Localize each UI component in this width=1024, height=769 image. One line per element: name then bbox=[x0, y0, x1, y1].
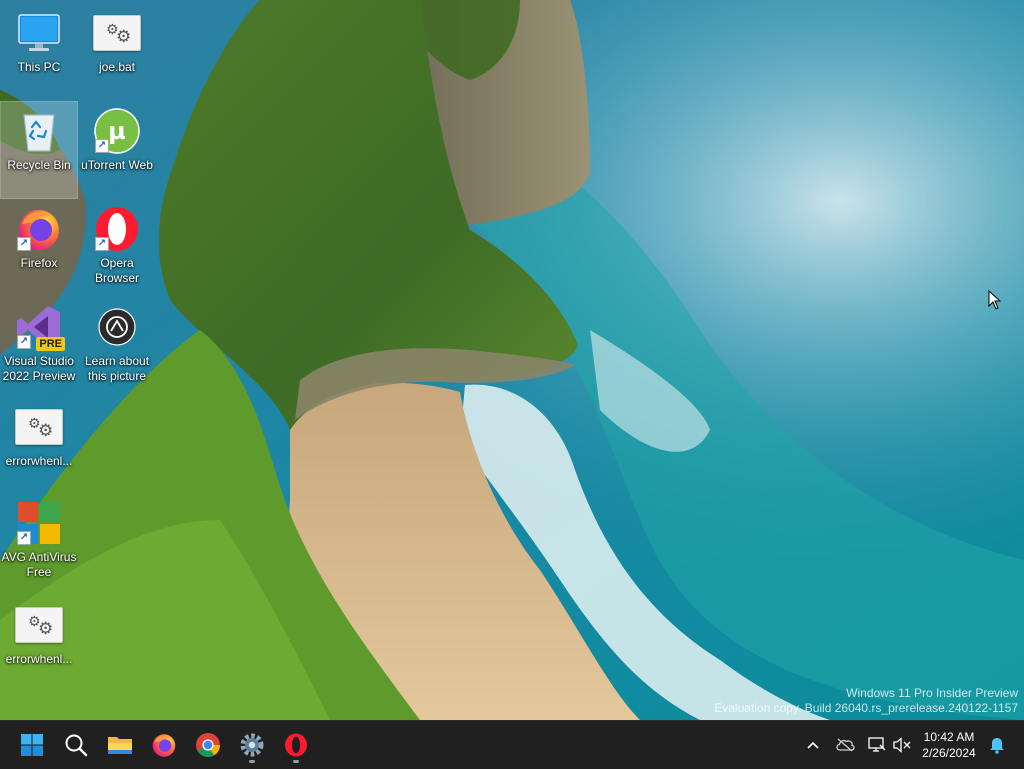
mouse-cursor-icon bbox=[988, 290, 1002, 310]
desktop-icon-label: This PC bbox=[17, 60, 61, 74]
clock-button[interactable]: 10:42 AM 2/26/2024 bbox=[914, 729, 984, 761]
desktop-icon-recycle-bin[interactable]: Recycle Bin bbox=[0, 101, 78, 199]
firefox-icon bbox=[152, 734, 176, 757]
desktop-icon-label: joe.bat bbox=[98, 60, 136, 74]
bell-icon bbox=[990, 738, 1004, 754]
desktop-icon-visual-studio[interactable]: PRE ↗ Visual Studio 2022 Preview bbox=[1, 298, 77, 394]
settings-icon bbox=[240, 733, 264, 757]
desktop-icon-this-pc[interactable]: This PC bbox=[1, 4, 77, 100]
watermark-build: Evaluation copy. Build 26040.rs_prerelea… bbox=[714, 701, 1018, 715]
desktop-icon-utorrent-web[interactable]: µ ↗ uTorrent Web bbox=[79, 102, 155, 198]
firefox-taskbar-button[interactable] bbox=[144, 725, 184, 765]
batch-file-icon: ⚙ ⚙ bbox=[93, 9, 141, 57]
file-explorer-icon bbox=[108, 737, 132, 754]
desktop-icon-firefox[interactable]: ↗ Firefox bbox=[1, 200, 77, 296]
recycle-bin-icon bbox=[15, 107, 63, 155]
desktop-icon-learn-about-picture[interactable]: Learn about this picture bbox=[79, 298, 155, 394]
firefox-icon: ↗ bbox=[15, 205, 63, 253]
avg-icon: ↗ bbox=[15, 499, 63, 547]
svg-text:µ: µ bbox=[108, 117, 126, 145]
notifications-button[interactable] bbox=[984, 721, 1010, 769]
search-icon bbox=[65, 734, 88, 757]
start-button[interactable] bbox=[12, 725, 52, 765]
chevron-up-icon bbox=[807, 741, 819, 749]
file-explorer-button[interactable] bbox=[100, 725, 140, 765]
batch-file-icon: ⚙ ⚙ bbox=[15, 601, 63, 649]
desktop-icon-errorwhenl-2[interactable]: ⚙ ⚙ errorwhenl... bbox=[1, 596, 77, 692]
desktop-icon-avg-antivirus[interactable]: ↗ AVG AntiVirus Free bbox=[1, 494, 77, 590]
desktop-icon-label: Learn about this picture bbox=[84, 354, 150, 383]
watermark-edition: Windows 11 Pro Insider Preview bbox=[846, 686, 1018, 700]
desktop-icon-opera-browser[interactable]: ↗ Opera Browser bbox=[79, 200, 155, 296]
volume-tray-button[interactable] bbox=[890, 721, 914, 769]
utorrent-icon: µ ↗ bbox=[93, 107, 141, 155]
desktop-icon-label: Recycle Bin bbox=[7, 158, 71, 172]
desktop-icon-errorwhenl-1[interactable]: ⚙ ⚙ errorwhenl... bbox=[1, 398, 77, 494]
desktop-icon-label: Firefox bbox=[20, 256, 58, 270]
desktop-icon-label: Opera Browser bbox=[94, 256, 139, 285]
desktop-icon-label: uTorrent Web bbox=[81, 158, 153, 172]
desktop-icon-label: Visual Studio 2022 Preview bbox=[2, 354, 76, 383]
volume-muted-icon bbox=[893, 737, 911, 753]
camera-icon bbox=[93, 303, 141, 351]
show-hidden-icons-button[interactable] bbox=[802, 721, 824, 769]
desktop-icon-joe-bat[interactable]: ⚙ ⚙ joe.bat bbox=[79, 4, 155, 100]
shortcut-arrow-icon: ↗ bbox=[95, 139, 109, 153]
onedrive-offline-icon bbox=[836, 738, 855, 752]
start-icon bbox=[21, 734, 43, 756]
clock-date: 2/26/2024 bbox=[922, 746, 976, 760]
chrome-taskbar-button[interactable] bbox=[188, 725, 228, 765]
monitor-icon bbox=[15, 9, 63, 57]
opera-icon bbox=[285, 733, 307, 757]
visual-studio-icon: PRE ↗ bbox=[15, 303, 65, 351]
onedrive-tray-button[interactable] bbox=[832, 721, 858, 769]
settings-taskbar-button[interactable] bbox=[232, 725, 272, 765]
running-indicator bbox=[293, 760, 299, 763]
opera-taskbar-button[interactable] bbox=[276, 725, 316, 765]
search-button[interactable] bbox=[56, 725, 96, 765]
shortcut-arrow-icon: ↗ bbox=[95, 237, 109, 251]
build-watermark: Windows 11 Pro Insider Preview Evaluatio… bbox=[714, 686, 1018, 716]
desktop-icon-label: errorwhenl... bbox=[5, 454, 73, 468]
taskbar: 10:42 AM 2/26/2024 bbox=[0, 720, 1024, 769]
desktop-icon-label: errorwhenl... bbox=[5, 652, 73, 666]
clock-time: 10:42 AM bbox=[923, 730, 975, 744]
network-tray-button[interactable] bbox=[864, 721, 890, 769]
shortcut-arrow-icon: ↗ bbox=[17, 237, 31, 251]
shortcut-arrow-icon: ↗ bbox=[17, 335, 31, 349]
desktop-icon-label: AVG AntiVirus Free bbox=[1, 550, 77, 579]
batch-file-icon: ⚙ ⚙ bbox=[15, 403, 63, 451]
chrome-icon bbox=[196, 733, 220, 758]
running-indicator bbox=[249, 760, 255, 763]
preview-badge: PRE bbox=[36, 337, 65, 351]
shortcut-arrow-icon: ↗ bbox=[17, 531, 31, 545]
opera-icon: ↗ bbox=[93, 205, 141, 253]
network-icon bbox=[868, 737, 886, 752]
